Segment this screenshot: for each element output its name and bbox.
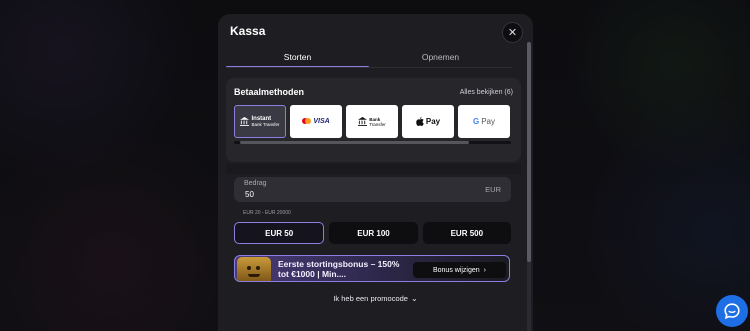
tab-divider [226, 67, 512, 68]
promo-code-label: Ik heb een promocode [333, 294, 408, 303]
payment-methods-heading: Betaalmethoden [234, 87, 305, 97]
preset-eur-100[interactable]: EUR 100 [329, 222, 418, 244]
tab-deposit[interactable]: Storten [226, 50, 369, 68]
bank-icon [358, 117, 368, 126]
scrollbar-thumb[interactable] [527, 42, 531, 262]
amount-limits: EUR 20 - EUR 20000 [243, 210, 291, 216]
cashier-tabs: Storten Opnemen [226, 50, 512, 68]
view-all-link[interactable]: Alles bekijken (6) [460, 89, 513, 96]
tab-withdraw[interactable]: Opnemen [369, 50, 512, 68]
chevron-down-icon: ⌄ [410, 294, 418, 303]
visa-logo: VISA [313, 118, 330, 125]
mastercard-icon [302, 117, 312, 126]
chat-icon [724, 303, 740, 319]
preset-eur-50[interactable]: EUR 50 [234, 222, 325, 244]
amount-input[interactable]: 50 [245, 190, 254, 199]
close-button[interactable]: ✕ [502, 22, 523, 43]
google-icon: G [472, 117, 480, 126]
change-bonus-button[interactable]: Bonus wijzigen › [413, 262, 506, 278]
change-bonus-label: Bonus wijzigen [432, 266, 480, 274]
bonus-banner: Eerste stortingsbonus – 150% tot €1000 |… [234, 255, 510, 282]
chevron-right-icon: › [483, 266, 487, 274]
treasure-chest-icon [237, 257, 271, 281]
modal-title: Kassa [230, 24, 266, 38]
promo-code-toggle[interactable]: Ik heb een promocode ⌄ [218, 294, 533, 303]
amount-currency: EUR [485, 185, 501, 194]
cashier-modal: Kassa ✕ Storten Opnemen Betaalmethoden A… [218, 14, 533, 331]
method-mastercard-visa[interactable]: VISA [290, 105, 342, 138]
method-apple-pay[interactable]: Pay [402, 105, 454, 138]
method-label-line2: Bank Transfer [251, 122, 280, 127]
chat-button[interactable] [716, 295, 748, 327]
section-divider [226, 164, 521, 174]
method-label: Instant Bank Transfer [251, 116, 279, 127]
method-label: Bank Transfer [369, 117, 386, 127]
amount-presets: EUR 50 EUR 100 EUR 500 [234, 222, 511, 244]
apple-pay-label: Pay [425, 117, 441, 126]
payment-method-list: Instant Bank Transfer VISA Bank Transfer [234, 105, 510, 138]
method-instant-bank-transfer[interactable]: Instant Bank Transfer [234, 105, 286, 138]
method-google-pay[interactable]: G Pay [458, 105, 510, 138]
preset-eur-500[interactable]: EUR 500 [422, 222, 511, 244]
method-bank-transfer[interactable]: Bank Transfer [346, 105, 398, 138]
method-label-line2: Transfer [369, 121, 386, 127]
bank-icon [240, 117, 250, 126]
amount-label: Bedrag [244, 180, 267, 187]
methods-scrollbar-thumb[interactable] [240, 141, 469, 144]
google-pay-label: Pay [481, 117, 496, 126]
amount-field[interactable]: Bedrag 50 EUR [234, 177, 511, 202]
close-icon: ✕ [507, 27, 518, 39]
bonus-description: Eerste stortingsbonus – 150% tot €1000 |… [278, 259, 400, 279]
payment-methods-card: Betaalmethoden Alles bekijken (6) Instan… [226, 78, 521, 162]
apple-icon [416, 117, 424, 126]
